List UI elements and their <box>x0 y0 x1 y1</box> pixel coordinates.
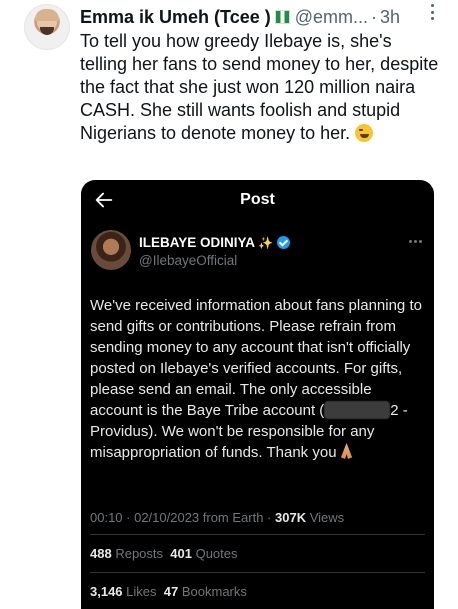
folded-hands-icon <box>340 443 353 459</box>
divider <box>90 534 425 535</box>
nigeria-flag-icon <box>274 10 290 24</box>
tweet[interactable]: Emma ik Umeh (Tcee ) @emm... · 3h To tel… <box>0 0 458 609</box>
reposts-label[interactable]: Reposts <box>115 546 163 561</box>
post-timestamp: 00:10 · 02/10/2023 from Earth · <box>90 510 272 525</box>
redaction-mark <box>324 401 391 419</box>
winking-face-icon <box>355 124 374 142</box>
separator-dot: · <box>371 6 378 27</box>
post-author-avatar[interactable] <box>91 230 131 270</box>
post-author-name[interactable]: ILEBAYE ODINIYA <box>139 235 255 250</box>
views-label: Views <box>309 510 345 525</box>
avatar-hat <box>35 9 59 21</box>
post-header-title: Post <box>240 191 275 208</box>
reposts-count[interactable]: 488 <box>90 546 112 561</box>
tweet-header: Emma ik Umeh (Tcee ) @emm... · 3h <box>80 6 400 28</box>
avatar-beard <box>40 27 54 35</box>
author-handle[interactable]: @emm... <box>295 7 368 28</box>
bookmarks-count[interactable]: 47 <box>164 584 178 599</box>
post-text: We've received information about fans pl… <box>90 295 428 463</box>
tweet-text: To tell you how greedy Ilebaye is, she's… <box>80 30 440 145</box>
verified-icon <box>277 236 290 249</box>
more-icon[interactable] <box>431 4 435 20</box>
reposts-quotes-row: 488 Reposts 401 Quotes <box>90 546 238 561</box>
likes-label[interactable]: Likes <box>126 584 156 599</box>
bookmarks-label[interactable]: Bookmarks <box>182 584 247 599</box>
post-timestamp-row: 00:10 · 02/10/2023 from Earth · 307K Vie… <box>90 510 344 525</box>
embedded-post-screenshot[interactable]: Post ILEBAYE ODINIYA ✨ @IlebayeOfficial … <box>81 180 434 609</box>
quotes-label[interactable]: Quotes <box>196 546 238 561</box>
post-more-icon[interactable] <box>409 240 422 243</box>
views-count: 307K <box>275 510 307 525</box>
divider <box>90 572 425 573</box>
quotes-count[interactable]: 401 <box>170 546 192 561</box>
post-author-handle[interactable]: @IlebayeOfficial <box>139 253 237 268</box>
post-author-name-row[interactable]: ILEBAYE ODINIYA ✨ <box>139 235 290 250</box>
likes-bookmarks-row: 3,146 Likes 47 Bookmarks <box>90 584 247 599</box>
likes-count[interactable]: 3,146 <box>90 584 123 599</box>
author-name[interactable]: Emma ik Umeh (Tcee ) <box>80 7 271 28</box>
avatar[interactable] <box>24 4 70 50</box>
sparkle-icon: ✨ <box>258 235 273 250</box>
timestamp[interactable]: 3h <box>380 7 400 28</box>
tweet-body: To tell you how greedy Ilebaye is, she's… <box>80 31 439 143</box>
post-top-bar: Post <box>81 180 434 220</box>
